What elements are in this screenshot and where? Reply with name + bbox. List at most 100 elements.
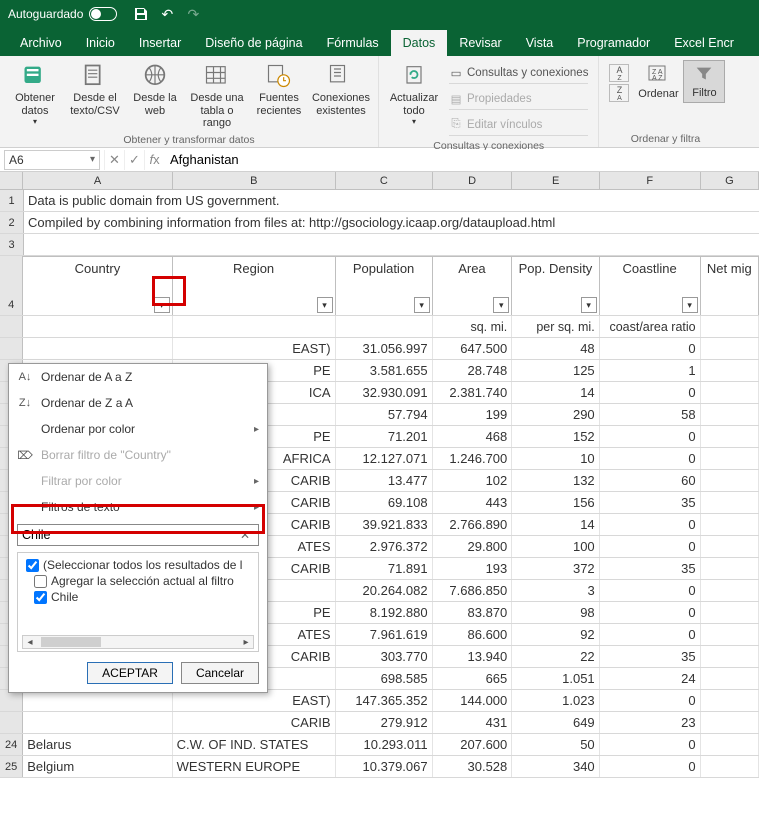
header-density[interactable]: Pop. Density▾: [512, 256, 599, 315]
cell[interactable]: 193: [433, 558, 513, 579]
row-header[interactable]: 2: [0, 212, 24, 233]
cell[interactable]: 35: [600, 558, 701, 579]
sort-az-icon[interactable]: AZ: [609, 64, 629, 82]
cell[interactable]: 698.585: [336, 668, 433, 689]
cell[interactable]: [23, 338, 172, 359]
cell[interactable]: 20.264.082: [336, 580, 433, 601]
sort-button[interactable]: Z AA ZOrdenar: [635, 60, 681, 103]
cell[interactable]: 58: [600, 404, 701, 425]
filter-dropdown-area[interactable]: ▾: [493, 297, 509, 313]
header-population[interactable]: Population▾: [336, 256, 433, 315]
cell[interactable]: 468: [433, 426, 513, 447]
cell[interactable]: 71.891: [336, 558, 433, 579]
row-header[interactable]: 24: [0, 734, 23, 755]
row-header[interactable]: [0, 712, 23, 733]
cell[interactable]: 1.246.700: [433, 448, 513, 469]
save-icon[interactable]: [133, 6, 149, 22]
edit-links-button[interactable]: ⎘Editar vínculos: [449, 114, 588, 136]
filter-dropdown-density[interactable]: ▾: [581, 297, 597, 313]
cell[interactable]: [701, 360, 759, 381]
cell[interactable]: 23: [600, 712, 701, 733]
cell[interactable]: 2.381.740: [433, 382, 513, 403]
cell[interactable]: 10.379.067: [336, 756, 433, 777]
existing-conn-button[interactable]: Conexiones existentes: [310, 60, 372, 119]
from-table-button[interactable]: Desde una tabla o rango: [186, 60, 248, 132]
filter-dropdown-country[interactable]: ▾: [154, 297, 170, 313]
cell[interactable]: 152: [512, 426, 599, 447]
accept-formula-icon[interactable]: ✓: [124, 150, 144, 170]
tab-excel-encr[interactable]: Excel Encr: [662, 30, 746, 56]
cell[interactable]: EAST): [173, 690, 336, 711]
cell[interactable]: [701, 734, 759, 755]
cell[interactable]: 31.056.997: [336, 338, 433, 359]
tab-datos[interactable]: Datos: [391, 30, 448, 56]
tab-insertar[interactable]: Insertar: [127, 30, 193, 56]
cell[interactable]: 100: [512, 536, 599, 557]
check-select-all[interactable]: (Seleccionar todos los resultados de l: [22, 557, 254, 573]
cell[interactable]: 1.051: [512, 668, 599, 689]
cell[interactable]: 443: [433, 492, 513, 513]
cell[interactable]: 1.023: [512, 690, 599, 711]
cell[interactable]: 14: [512, 514, 599, 535]
from-web-button[interactable]: Desde la web: [126, 60, 184, 119]
cell[interactable]: CARIB: [173, 712, 336, 733]
cell[interactable]: 0: [600, 426, 701, 447]
cell[interactable]: 199: [433, 404, 513, 425]
cell[interactable]: [701, 426, 759, 447]
formula-input[interactable]: [164, 150, 759, 170]
cell[interactable]: 48: [512, 338, 599, 359]
tab-inicio[interactable]: Inicio: [74, 30, 127, 56]
cell[interactable]: 30.528: [433, 756, 513, 777]
cell[interactable]: 60: [600, 470, 701, 491]
col-header-a[interactable]: A: [23, 172, 172, 189]
cell[interactable]: [23, 690, 172, 711]
cell[interactable]: 32.930.091: [336, 382, 433, 403]
header-region[interactable]: Region▾: [173, 256, 336, 315]
cell[interactable]: C.W. OF IND. STATES: [173, 734, 336, 755]
cell[interactable]: 2.766.890: [433, 514, 513, 535]
cell-a2[interactable]: Compiled by combining information from f…: [24, 212, 758, 233]
col-header-b[interactable]: B: [173, 172, 336, 189]
cell[interactable]: 83.870: [433, 602, 513, 623]
scroll-right-icon[interactable]: ▸: [239, 637, 253, 648]
cell[interactable]: 50: [512, 734, 599, 755]
cell[interactable]: 147.365.352: [336, 690, 433, 711]
cell[interactable]: [701, 558, 759, 579]
cell[interactable]: 7.961.619: [336, 624, 433, 645]
recent-sources-button[interactable]: Fuentes recientes: [250, 60, 308, 119]
name-box[interactable]: A6▾: [4, 150, 100, 170]
col-header-g[interactable]: G: [701, 172, 759, 189]
cell[interactable]: 24: [600, 668, 701, 689]
cell[interactable]: 132: [512, 470, 599, 491]
cell[interactable]: 69.108: [336, 492, 433, 513]
cell[interactable]: [701, 580, 759, 601]
cell[interactable]: 647.500: [433, 338, 513, 359]
row-header[interactable]: 4: [0, 256, 23, 315]
cell[interactable]: 39.921.833: [336, 514, 433, 535]
header-netmig[interactable]: Net mig: [701, 256, 759, 315]
text-filters-item[interactable]: Filtros de texto▸: [9, 494, 267, 520]
cell[interactable]: 665: [433, 668, 513, 689]
header-area[interactable]: Area▾: [433, 256, 513, 315]
col-header-e[interactable]: E: [512, 172, 599, 189]
cell[interactable]: [701, 602, 759, 623]
cell[interactable]: 303.770: [336, 646, 433, 667]
filter-dropdown-population[interactable]: ▾: [414, 297, 430, 313]
col-header-c[interactable]: C: [336, 172, 433, 189]
cell[interactable]: 86.600: [433, 624, 513, 645]
select-all-corner[interactable]: [0, 172, 23, 189]
row-header[interactable]: [0, 338, 23, 359]
cell[interactable]: 279.912: [336, 712, 433, 733]
cell[interactable]: Belarus: [23, 734, 172, 755]
cell[interactable]: 14: [512, 382, 599, 403]
filter-dropdown-region[interactable]: ▾: [317, 297, 333, 313]
properties-button[interactable]: ▤Propiedades: [449, 88, 588, 110]
cell[interactable]: WESTERN EUROPE: [173, 756, 336, 777]
cell[interactable]: 0: [600, 382, 701, 403]
get-data-button[interactable]: Obtener datos ▾: [6, 60, 64, 128]
cell[interactable]: 98: [512, 602, 599, 623]
refresh-all-button[interactable]: Actualizar todo ▾: [385, 60, 443, 128]
cell[interactable]: 0: [600, 580, 701, 601]
cell[interactable]: 156: [512, 492, 599, 513]
tab-vista[interactable]: Vista: [514, 30, 566, 56]
